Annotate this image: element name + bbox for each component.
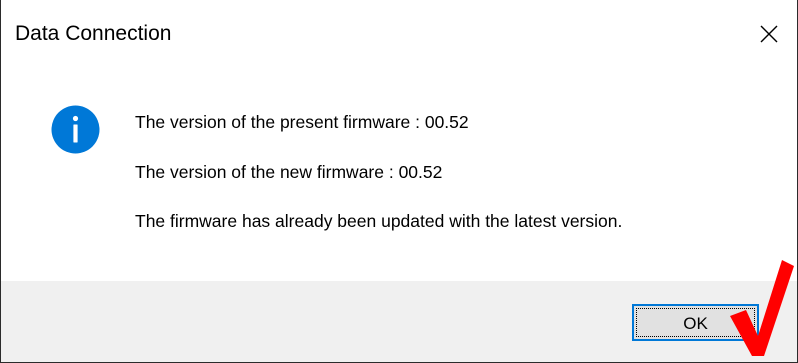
ok-button[interactable]: OK — [632, 304, 759, 341]
button-bar: OK — [1, 281, 797, 362]
new-firmware-version-text: The version of the new firmware : 00.52 — [135, 162, 443, 182]
title-bar: Data Connection — [1, 0, 797, 70]
close-icon — [760, 25, 778, 43]
data-connection-dialog: Data Connection The version of the prese… — [0, 0, 798, 363]
message-area: The version of the present firmware : 00… — [1, 70, 797, 280]
info-icon — [51, 105, 100, 154]
present-firmware-version-text: The version of the present firmware : 00… — [135, 112, 469, 132]
firmware-status-text: The firmware has already been updated wi… — [135, 211, 623, 231]
ok-button-label: OK — [683, 313, 708, 333]
close-button[interactable] — [747, 12, 791, 56]
dialog-title: Data Connection — [15, 22, 172, 45]
